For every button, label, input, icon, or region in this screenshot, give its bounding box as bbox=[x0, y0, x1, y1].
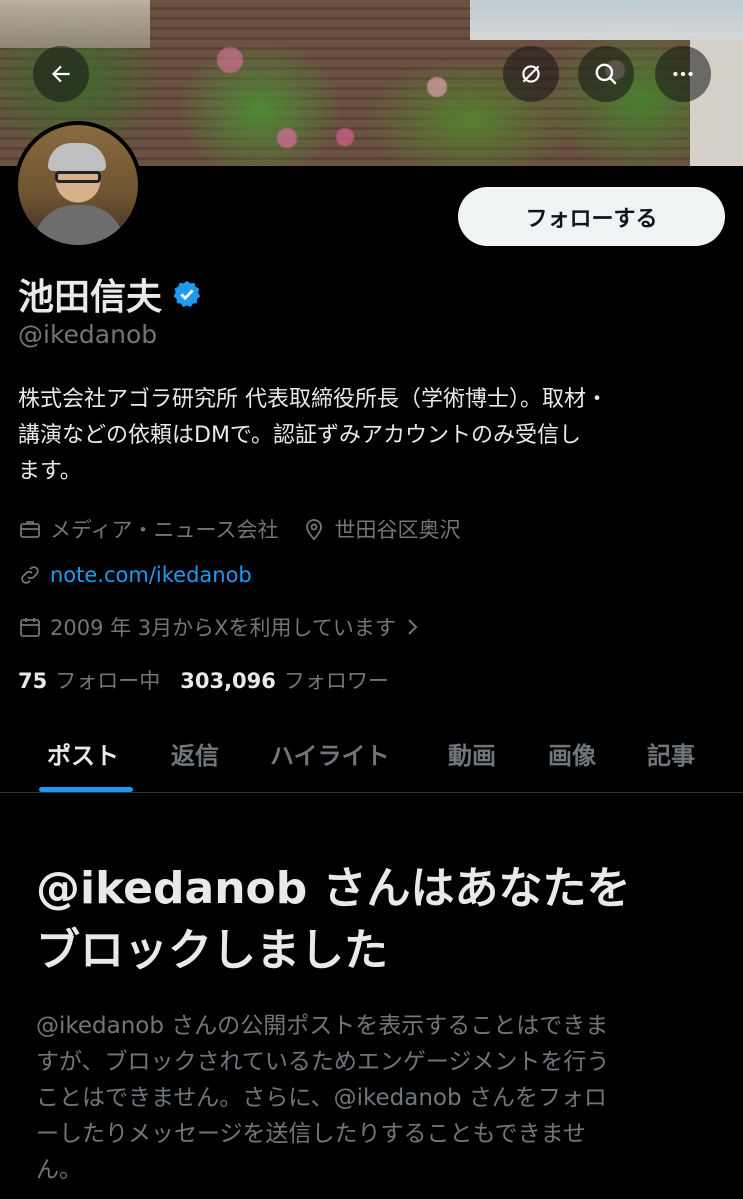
banner-sky bbox=[470, 0, 743, 40]
followers-label: フォロワー bbox=[283, 669, 389, 693]
blocked-message-line: ーしたりメッセージを送信したりすることもできませ bbox=[36, 1121, 586, 1147]
blocked-title-line: @ikedanob さんはあなたを bbox=[36, 863, 631, 914]
more-button[interactable] bbox=[655, 46, 711, 102]
search-button[interactable] bbox=[578, 46, 634, 102]
blocked-message-line: すが、ブロックされているためエンゲージメントを行う bbox=[36, 1049, 610, 1075]
tab-articles[interactable]: 記事 bbox=[647, 736, 695, 771]
location-item: 世田谷区奥沢 bbox=[302, 514, 460, 544]
banner-building bbox=[0, 0, 150, 48]
verified-badge-icon[interactable] bbox=[172, 279, 202, 309]
name-row: 池田信夫 bbox=[18, 268, 202, 320]
following-count: 75 bbox=[18, 669, 48, 693]
website-row: note.com/ikedanob bbox=[18, 563, 252, 587]
bio-line: 株式会社アゴラ研究所 代表取締役所長（学術博士）。取材・ bbox=[18, 387, 608, 412]
blocked-title: @ikedanob さんはあなたを ブロックしました bbox=[36, 858, 716, 982]
calendar-icon bbox=[20, 618, 40, 637]
link-icon bbox=[21, 566, 39, 584]
profile-tabs: ポスト 返信 ハイライト 動画 画像 記事 bbox=[0, 720, 743, 793]
active-tab-indicator bbox=[39, 787, 133, 792]
grok-button[interactable] bbox=[503, 46, 559, 102]
more-horizontal-icon bbox=[673, 71, 693, 77]
search-icon bbox=[595, 63, 617, 85]
follow-counts: 75 フォロー中 303,096 フォロワー bbox=[18, 665, 389, 695]
arrow-left-icon bbox=[51, 65, 70, 83]
avatar-hair bbox=[48, 143, 106, 171]
location-pin-icon bbox=[306, 519, 323, 541]
joined-label: 2009 年 3月からXを利用しています bbox=[50, 616, 396, 640]
grok-icon bbox=[522, 65, 540, 83]
blocked-title-line: ブロックしました bbox=[36, 925, 388, 976]
display-name: 池田信夫 bbox=[18, 277, 163, 318]
following-stat[interactable]: 75 フォロー中 bbox=[18, 665, 160, 695]
blocked-message-line: @ikedanob さんの公開ポストを表示することはできま bbox=[36, 1013, 609, 1039]
avatar-glasses bbox=[55, 171, 101, 183]
joined-row[interactable]: 2009 年 3月からXを利用しています bbox=[18, 612, 424, 642]
chevron-right-icon bbox=[408, 619, 418, 635]
location-label: 世田谷区奥沢 bbox=[334, 518, 461, 542]
back-button[interactable] bbox=[33, 46, 89, 102]
category-label: メディア・ニュース会社 bbox=[50, 518, 279, 542]
bio-line: ます。 bbox=[18, 459, 82, 484]
avatar[interactable] bbox=[14, 121, 142, 249]
blocked-message-line: ことはできません。さらに、@ikedanob さんをフォロ bbox=[36, 1085, 607, 1111]
followers-count: 303,096 bbox=[180, 669, 276, 693]
follow-button[interactable]: フォローする bbox=[458, 187, 725, 246]
following-label: フォロー中 bbox=[55, 669, 161, 693]
profile-meta-row: メディア・ニュース会社 世田谷区奥沢 bbox=[18, 514, 460, 544]
tab-posts[interactable]: ポスト bbox=[47, 736, 119, 771]
tab-highlights[interactable]: ハイライト bbox=[270, 736, 390, 771]
bio: 株式会社アゴラ研究所 代表取締役所長（学術博士）。取材・ 講演などの依頼はDMで… bbox=[18, 382, 718, 490]
tab-images[interactable]: 画像 bbox=[548, 736, 596, 771]
avatar-body bbox=[34, 205, 124, 245]
tab-videos[interactable]: 動画 bbox=[448, 736, 496, 771]
blocked-message-line: ん。 bbox=[36, 1157, 82, 1183]
briefcase-icon bbox=[20, 521, 40, 538]
tab-replies[interactable]: 返信 bbox=[171, 736, 219, 771]
bio-line: 講演などの依頼はDMで。認証ずみアカウントのみ受信し bbox=[18, 423, 582, 448]
category-item: メディア・ニュース会社 bbox=[18, 514, 278, 544]
blocked-message: @ikedanob さんの公開ポストを表示することはできま すが、ブロックされて… bbox=[36, 1008, 716, 1188]
website-link[interactable]: note.com/ikedanob bbox=[50, 563, 252, 587]
followers-stat[interactable]: 303,096 フォロワー bbox=[180, 665, 389, 695]
profile-handle: @ikedanob bbox=[18, 320, 158, 349]
